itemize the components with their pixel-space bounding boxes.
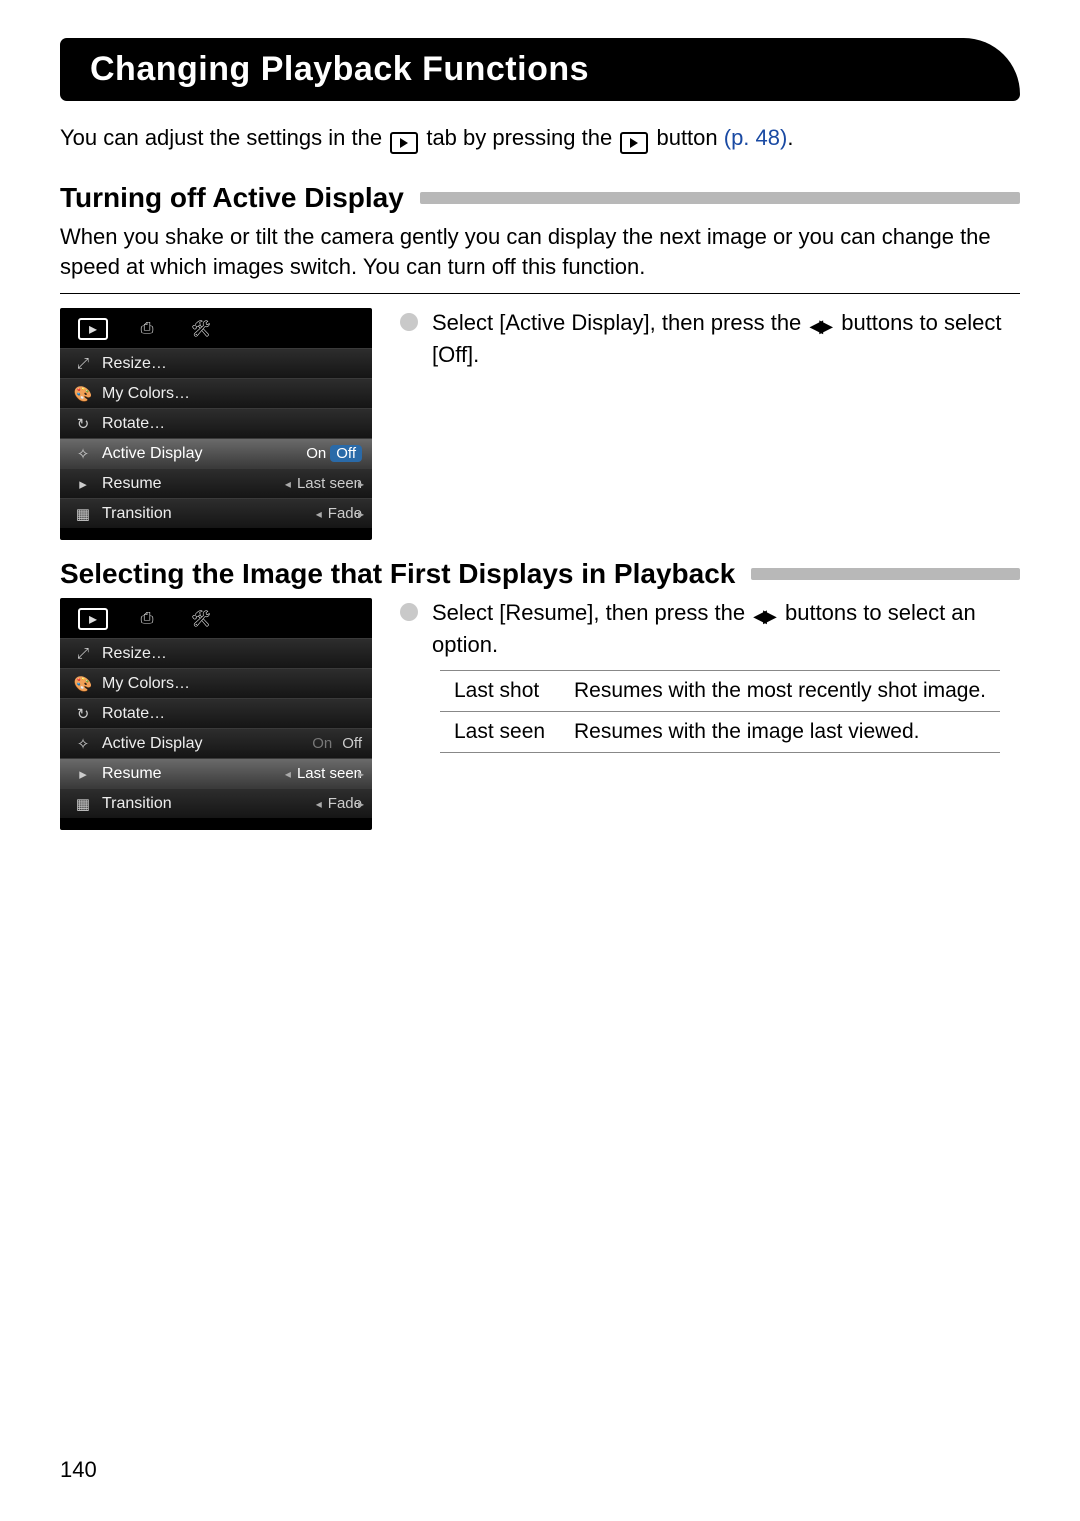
bullet-dot-icon (400, 603, 418, 621)
active-display-icon: ✧ (72, 735, 94, 753)
section-heading-active-display: Turning off Active Display (60, 182, 1020, 214)
bullet-item: Select [Resume], then press the buttons … (400, 598, 1020, 659)
value-on-dim: On (306, 445, 326, 462)
active-display-icon: ✧ (72, 445, 94, 463)
value-off: Off (342, 735, 362, 752)
left-right-arrows-icon (753, 600, 777, 630)
print-tab-icon: ⎙ (132, 318, 162, 340)
section2-side: Select [Resume], then press the buttons … (400, 598, 1020, 753)
page-title: Changing Playback Functions (90, 50, 990, 89)
playback-tab-icon: ▸ (78, 318, 108, 340)
camera-menu-screenshot-1: ▸ ⎙ 🛠 ⤢Resize… 🎨My Colors… ↻Rotate… ✧ Ac… (60, 308, 372, 540)
rotate-icon: ↻ (72, 415, 94, 433)
menu-item-mycolors: 🎨My Colors… (60, 668, 372, 698)
tools-tab-icon: 🛠 (186, 608, 216, 630)
intro-text-1: You can adjust the settings in the (60, 125, 388, 150)
section-heading-resume: Selecting the Image that First Displays … (60, 558, 1020, 590)
left-arrow-icon: ◂ (285, 767, 291, 781)
menu-item-active-display: ✧ Active Display On Off (60, 728, 372, 758)
resume-icon: ▸ (72, 475, 94, 493)
tools-tab-icon: 🛠 (186, 318, 216, 340)
transition-value: Fade (328, 505, 362, 522)
menu-item-rotate: ↻Rotate… (60, 698, 372, 728)
left-arrow-icon: ◂ (316, 507, 322, 521)
transition-value: Fade (328, 795, 362, 812)
page-number: 140 (60, 1457, 97, 1483)
intro-text-3: button (656, 125, 723, 150)
resume-icon: ▸ (72, 765, 94, 783)
transition-icon: ▦ (72, 505, 94, 523)
left-arrow-icon: ◂ (285, 477, 291, 491)
right-arrow-icon: ▸ (358, 797, 364, 811)
page-title-bar: Changing Playback Functions (60, 38, 1020, 101)
section1-side: Select [Active Display], then press the … (400, 308, 1020, 379)
section1-body: When you shake or tilt the camera gently… (60, 222, 1020, 281)
resume-value: Last seen (297, 475, 362, 492)
section1-title: Turning off Active Display (60, 182, 404, 214)
bullet-dot-icon (400, 313, 418, 331)
menu-tabs: ▸ ⎙ 🛠 (60, 608, 372, 638)
value-on-dim: On (312, 735, 332, 752)
intro-text-4: . (787, 125, 793, 150)
palette-icon: 🎨 (72, 385, 94, 403)
section1-block: ▸ ⎙ 🛠 ⤢Resize… 🎨My Colors… ↻Rotate… ✧ Ac… (60, 308, 1020, 540)
resize-icon: ⤢ (72, 355, 94, 372)
rotate-icon: ↻ (72, 705, 94, 723)
option-name: Last shot (440, 670, 560, 711)
page-ref-link[interactable]: (p. 48) (724, 125, 788, 150)
right-arrow-icon: ▸ (358, 507, 364, 521)
playback-tab-icon: ▸ (78, 608, 108, 630)
resize-icon: ⤢ (72, 645, 94, 662)
side2-a: Select [Resume], then press the (432, 600, 751, 625)
side1-a: Select [Active Display], then press the (432, 310, 807, 335)
bullet-item: Select [Active Display], then press the … (400, 308, 1020, 369)
table-row: Last shot Resumes with the most recently… (440, 670, 1000, 711)
intro-paragraph: You can adjust the settings in the tab b… (60, 123, 1020, 154)
resume-options-table: Last shot Resumes with the most recently… (440, 670, 1000, 754)
option-desc: Resumes with the image last viewed. (560, 712, 1000, 753)
menu-item-mycolors: 🎨My Colors… (60, 378, 372, 408)
resume-value: Last seen (297, 765, 362, 782)
heading-rule (420, 192, 1020, 204)
transition-icon: ▦ (72, 795, 94, 813)
separator (60, 293, 1020, 294)
playback-button-icon (620, 132, 648, 154)
section2-block: ▸ ⎙ 🛠 ⤢Resize… 🎨My Colors… ↻Rotate… ✧ Ac… (60, 598, 1020, 830)
value-off-selected: Off (330, 445, 362, 462)
menu-item-rotate: ↻Rotate… (60, 408, 372, 438)
menu-item-transition: ▦ Transition ◂ Fade ▸ (60, 498, 372, 528)
palette-icon: 🎨 (72, 675, 94, 693)
print-tab-icon: ⎙ (132, 608, 162, 630)
menu-item-active-display: ✧ Active Display On Off (60, 438, 372, 468)
left-arrow-icon: ◂ (316, 797, 322, 811)
bullet-text: Select [Active Display], then press the … (432, 308, 1020, 369)
left-right-arrows-icon (809, 310, 833, 340)
table-row: Last seen Resumes with the image last vi… (440, 712, 1000, 753)
option-name: Last seen (440, 712, 560, 753)
menu-item-resize: ⤢Resize… (60, 638, 372, 668)
playback-tab-icon (390, 132, 418, 154)
menu-list: ⤢Resize… 🎨My Colors… ↻Rotate… ✧ Active D… (60, 638, 372, 818)
right-arrow-icon: ▸ (358, 767, 364, 781)
menu-list: ⤢Resize… 🎨My Colors… ↻Rotate… ✧ Active D… (60, 348, 372, 528)
heading-rule (751, 568, 1020, 580)
right-arrow-icon: ▸ (358, 477, 364, 491)
menu-tabs: ▸ ⎙ 🛠 (60, 318, 372, 348)
camera-menu-screenshot-2: ▸ ⎙ 🛠 ⤢Resize… 🎨My Colors… ↻Rotate… ✧ Ac… (60, 598, 372, 830)
section2-title: Selecting the Image that First Displays … (60, 558, 735, 590)
manual-page: Changing Playback Functions You can adju… (0, 0, 1080, 1521)
menu-item-transition: ▦ Transition ◂ Fade ▸ (60, 788, 372, 818)
menu-item-resume: ▸ Resume ◂ Last seen ▸ (60, 468, 372, 498)
bullet-text: Select [Resume], then press the buttons … (432, 598, 1020, 659)
intro-text-2: tab by pressing the (426, 125, 618, 150)
option-desc: Resumes with the most recently shot imag… (560, 670, 1000, 711)
menu-item-resume: ▸ Resume ◂ Last seen ▸ (60, 758, 372, 788)
menu-item-resize: ⤢Resize… (60, 348, 372, 378)
